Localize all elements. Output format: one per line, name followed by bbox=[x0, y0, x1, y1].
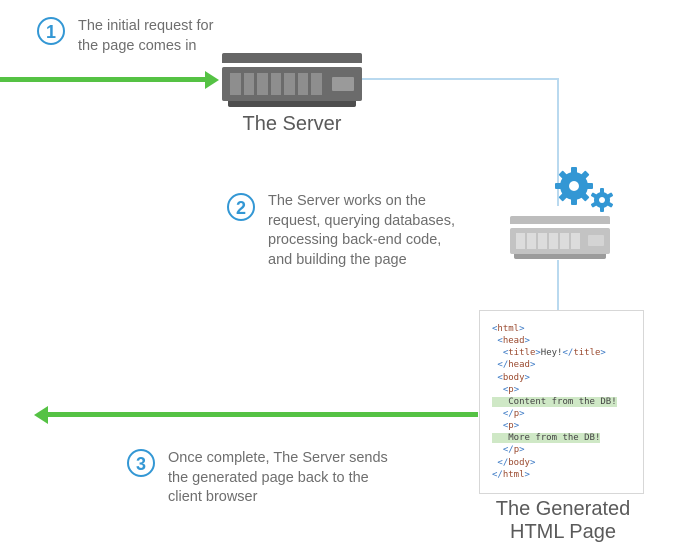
server-label: The Server bbox=[222, 113, 362, 136]
arrow-3-head-icon bbox=[34, 406, 48, 424]
step-3-text: Once complete, The Server sends the gene… bbox=[168, 449, 408, 508]
server-icon bbox=[222, 53, 362, 107]
step-1-text: The initial request for the page comes i… bbox=[78, 17, 248, 56]
processing-server-icon bbox=[510, 216, 610, 259]
flow-line-3 bbox=[557, 260, 559, 310]
step-2-circle: 2 bbox=[227, 193, 255, 221]
arrow-3 bbox=[48, 412, 478, 417]
generated-html-box: <html> <head> <title>Hey!</title> </head… bbox=[479, 310, 644, 494]
arrow-1 bbox=[0, 77, 205, 82]
arrow-1-head-icon bbox=[205, 71, 219, 89]
gears-icon bbox=[552, 166, 622, 216]
step-1-circle: 1 bbox=[37, 17, 65, 45]
flow-line-1 bbox=[362, 78, 558, 80]
generated-label: The Generated HTML Page bbox=[479, 498, 647, 544]
step-3-circle: 3 bbox=[127, 449, 155, 477]
step-2-text: The Server works on the request, queryin… bbox=[268, 192, 478, 270]
